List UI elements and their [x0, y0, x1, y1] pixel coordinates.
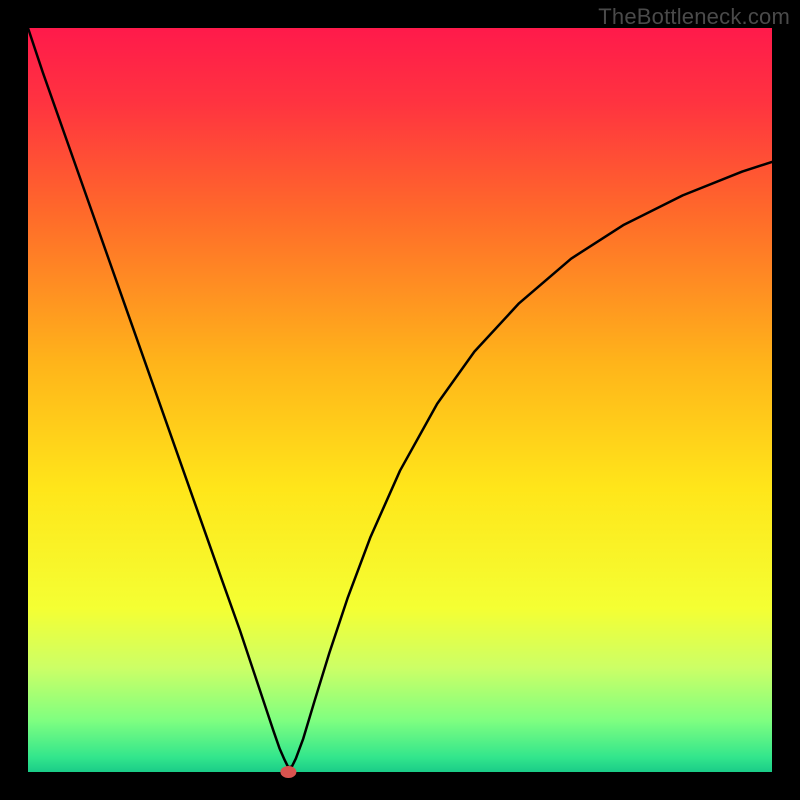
bottleneck-chart — [0, 0, 800, 800]
watermark-text: TheBottleneck.com — [598, 4, 790, 30]
chart-frame: TheBottleneck.com — [0, 0, 800, 800]
plot-area — [28, 28, 772, 772]
minimum-marker — [280, 766, 296, 778]
